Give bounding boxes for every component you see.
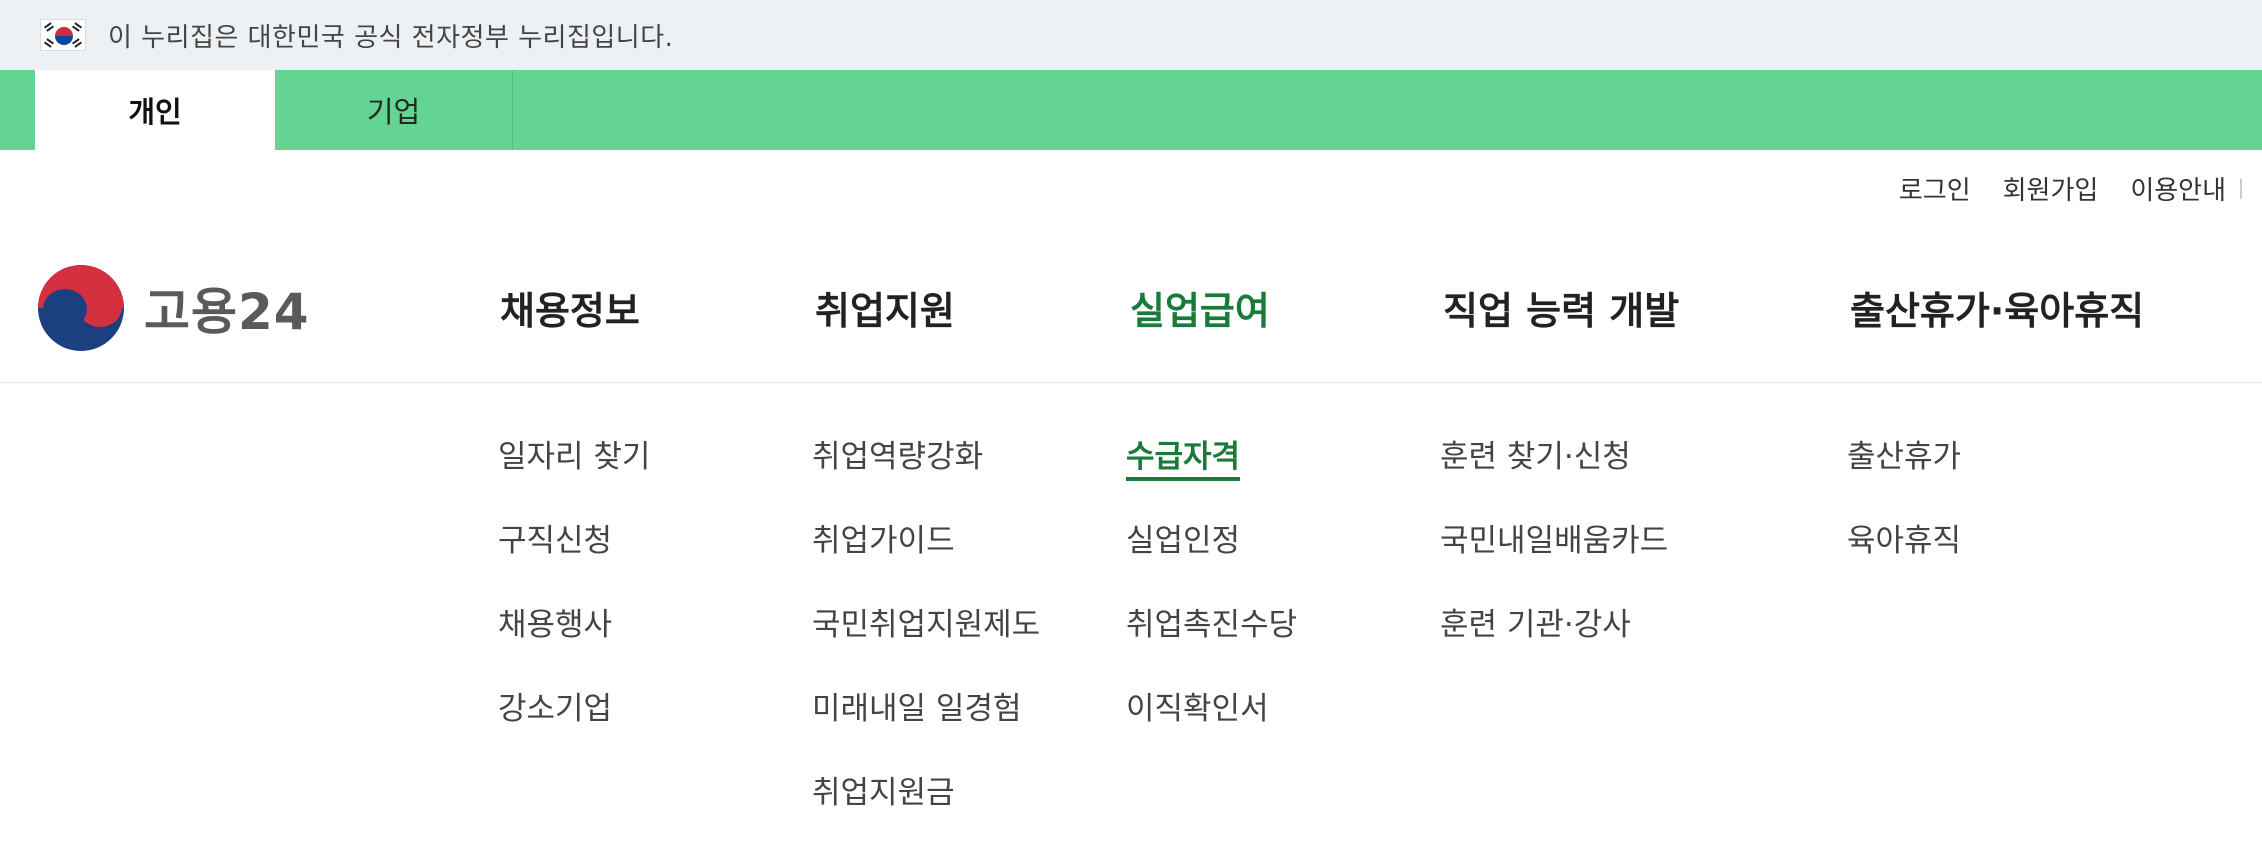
login-link[interactable]: 로그인 <box>1899 170 1971 207</box>
submenu-item[interactable]: 취업역량강화 <box>812 432 1040 516</box>
main-nav: 채용정보 취업지원 실업급여 직업 능력 개발 출산휴가·육아휴직 <box>0 280 2262 333</box>
nav-item-maternity-parental-leave[interactable]: 출산휴가·육아휴직 <box>1850 280 2144 335</box>
submenu-item[interactable]: 실업인정 <box>1126 516 1297 600</box>
submenu-item[interactable]: 미래내일 일경험 <box>812 684 1040 768</box>
submenu-item[interactable]: 취업가이드 <box>812 516 1040 600</box>
submenu-item[interactable]: 취업촉진수당 <box>1126 600 1297 684</box>
utility-links: 로그인 회원가입 이용안내 <box>1867 170 2242 207</box>
signup-link[interactable]: 회원가입 <box>2003 170 2099 207</box>
submenu-item[interactable]: 육아휴직 <box>1847 516 1961 600</box>
submenu-item[interactable]: 훈련 기관·강사 <box>1440 600 1668 684</box>
submenu-item[interactable]: 국민취업지원제도 <box>812 600 1040 684</box>
submenu-recruit-info: 일자리 찾기 구직신청 채용행사 강소기업 <box>498 432 650 768</box>
submenu-item[interactable]: 국민내일배움카드 <box>1440 516 1668 600</box>
utility-divider <box>2240 178 2242 199</box>
nav-item-employment-support[interactable]: 취업지원 <box>815 280 955 335</box>
gov-banner-text: 이 누리집은 대한민국 공식 전자정부 누리집입니다. <box>108 22 674 53</box>
submenu-item[interactable]: 출산휴가 <box>1847 432 1961 516</box>
submenu-item[interactable]: 채용행사 <box>498 600 650 684</box>
nav-item-recruit-info[interactable]: 채용정보 <box>500 280 640 335</box>
nav-item-vocational-training[interactable]: 직업 능력 개발 <box>1443 280 1679 335</box>
submenu-item[interactable]: 구직신청 <box>498 516 650 600</box>
submenu-item-active[interactable]: 수급자격 <box>1126 432 1297 516</box>
tab-personal[interactable]: 개인 <box>35 70 275 150</box>
submenu-item[interactable]: 훈련 찾기·신청 <box>1440 432 1668 516</box>
tab-business[interactable]: 기업 <box>275 70 513 150</box>
submenu-item[interactable]: 일자리 찾기 <box>498 432 650 516</box>
guide-link[interactable]: 이용안내 <box>2130 170 2226 207</box>
nav-item-unemployment-benefit[interactable]: 실업급여 <box>1130 280 1270 335</box>
submenu-maternity-parental-leave: 출산휴가 육아휴직 <box>1847 432 1961 600</box>
nav-divider <box>0 382 2262 383</box>
submenu-item[interactable]: 취업지원금 <box>812 768 1040 852</box>
submenu-unemployment-benefit: 수급자격 실업인정 취업촉진수당 이직확인서 <box>1126 432 1297 768</box>
submenu-employment-support: 취업역량강화 취업가이드 국민취업지원제도 미래내일 일경험 취업지원금 <box>812 432 1040 852</box>
submenu-vocational-training: 훈련 찾기·신청 국민내일배움카드 훈련 기관·강사 <box>1440 432 1668 684</box>
submenu-item[interactable]: 강소기업 <box>498 684 650 768</box>
submenu-item[interactable]: 이직확인서 <box>1126 684 1297 768</box>
gov-banner: 이 누리집은 대한민국 공식 전자정부 누리집입니다. <box>0 0 2262 70</box>
audience-tab-bar: 개인 기업 <box>0 70 2262 150</box>
korea-flag-icon <box>40 19 86 51</box>
